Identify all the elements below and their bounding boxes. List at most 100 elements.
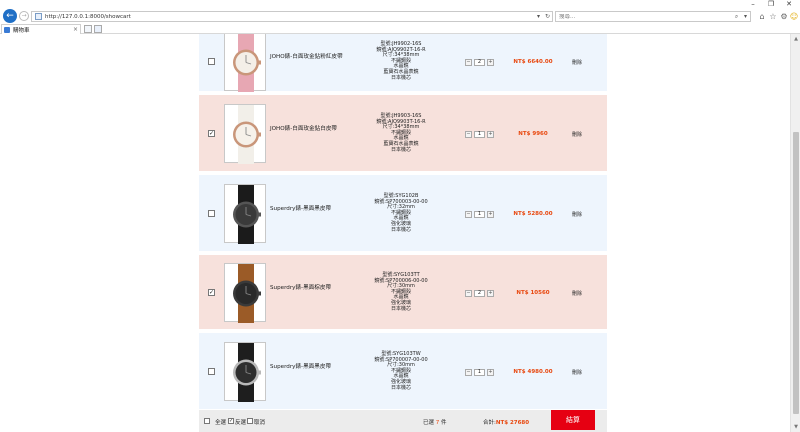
quantity-input[interactable]: 1 (474, 130, 485, 138)
tab-title: 購物車 (13, 27, 30, 34)
cancel-label[interactable]: 取消 (254, 418, 265, 426)
product-image (224, 34, 266, 92)
product-spec: 型號:SYG102B 鏡號:SP700003-00-00 尺寸:32mm 不鏽鋼殼 水晶… (371, 193, 431, 233)
quantity-input[interactable]: 1 (474, 210, 485, 218)
quantity-input[interactable]: 1 (474, 368, 485, 376)
product-spec: 型號:JH9902-16S 鏡號:AJQ9902T-16-R 尺寸:34*38mm 不… (371, 41, 431, 81)
address-bar: ← → http://127.0.0.1:8000/showcart ▾ ↻ ⌕… (0, 8, 800, 24)
search-dropdown-icon[interactable]: ▾ (534, 13, 543, 20)
scroll-thumb[interactable] (793, 132, 799, 414)
item-price: NT$ 5280.00 (513, 211, 553, 217)
scroll-up-icon[interactable]: ▲ (791, 34, 800, 44)
page-icon (35, 13, 42, 20)
total-label: 合計: (483, 420, 496, 426)
item-price: NT$ 9960 (518, 131, 548, 137)
minimize-icon[interactable]: – (747, 0, 759, 8)
item-checkbox[interactable] (208, 210, 215, 217)
delete-link[interactable]: 刪除 (567, 369, 587, 376)
item-checkbox[interactable] (208, 58, 215, 65)
product-spec: 型號:SYG103TT 鏡號:SP700006-00-00 尺寸:30mm 不鏽鋼殼水… (371, 272, 431, 312)
home-icon[interactable]: ⌂ (757, 12, 767, 22)
total-value: NT$ 27680 (495, 420, 530, 426)
decrease-qty-button[interactable]: − (465, 210, 472, 218)
product-spec: 型號:SYG103TW 鏡號:SP700007-00-00 尺寸:30mm 不鏽鋼殼水… (371, 351, 431, 391)
url-text[interactable]: http://127.0.0.1:8000/showcart (45, 14, 534, 20)
search-box[interactable]: ⌕ ▾ (555, 11, 751, 22)
quantity-stepper[interactable]: − 1 + (465, 368, 494, 376)
select-all-checkbox[interactable] (204, 418, 210, 424)
item-checkbox[interactable]: ✓ (208, 289, 215, 296)
invert-label[interactable]: 反選 (235, 418, 246, 426)
product-name[interactable]: JOHO錶-白面玫金鉆粉紅皮帶 (270, 53, 348, 61)
search-icon[interactable]: ⌕ (732, 13, 741, 21)
quantity-stepper[interactable]: − 2 + (465, 289, 494, 297)
window-titlebar: – ❐ ✕ (0, 0, 800, 8)
increase-qty-button[interactable]: + (487, 130, 494, 138)
selected-count: 7 (435, 420, 440, 426)
page-scrollbar[interactable]: ▲ ▼ (790, 34, 800, 432)
cart-item-row: ✓ Superdry錶-黑面棕皮帶 型號:SYG103TT 鏡號:SP700006… (199, 255, 607, 331)
quantity-input[interactable]: 2 (474, 289, 485, 297)
smiley-feedback-icon[interactable]: ☺ (789, 12, 799, 22)
tab-bar: 購物車 × (0, 24, 800, 34)
tab-favicon-icon (4, 26, 10, 33)
quantity-stepper[interactable]: − 2 + (465, 58, 494, 66)
spec-line: 日本機芯 (390, 146, 411, 153)
selected-count-text: 已選 7 件 (423, 418, 447, 426)
search-input[interactable] (559, 13, 732, 20)
cart-item-row: JOHO錶-白面玫金鉆粉紅皮帶 型號:JH9902-16S 鏡號:AJQ9902T… (199, 34, 607, 93)
cart-item-row: Superdry錶-黑面黑皮帶 型號:SYG103TW 鏡號:SP700007-0… (199, 333, 607, 411)
delete-link[interactable]: 刪除 (567, 290, 587, 297)
scroll-down-icon[interactable]: ▼ (791, 422, 800, 432)
cart-footer: 全選 ✓ 反選 取消 已選 7 件 合計:NT$ 27680 結算 (199, 410, 607, 432)
total-text: 合計:NT$ 27680 (483, 418, 529, 426)
increase-qty-button[interactable]: + (487, 210, 494, 218)
select-all-label[interactable]: 全選 (215, 418, 226, 426)
item-price: NT$ 10560 (516, 290, 550, 296)
cancel-checkbox[interactable] (247, 418, 253, 424)
tab-list-icon[interactable] (94, 25, 102, 33)
product-name[interactable]: JOHO錶-白面玫金鉆白皮帶 (270, 125, 348, 133)
item-checkbox[interactable]: ✓ (208, 130, 215, 137)
decrease-qty-button[interactable]: − (465, 58, 472, 66)
increase-qty-button[interactable]: + (487, 289, 494, 297)
product-image (224, 263, 266, 323)
delete-link[interactable]: 刪除 (567, 131, 587, 138)
decrease-qty-button[interactable]: − (465, 130, 472, 138)
product-name[interactable]: Superdry錶-黑面黑皮帶 (270, 363, 348, 371)
delete-link[interactable]: 刪除 (567, 59, 587, 66)
page-viewport: JOHO錶-白面玫金鉆粉紅皮帶 型號:JH9902-16S 鏡號:AJQ9902T… (0, 34, 790, 432)
product-name[interactable]: Superdry錶-黑面棕皮帶 (270, 284, 348, 292)
decrease-qty-button[interactable]: − (465, 289, 472, 297)
increase-qty-button[interactable]: + (487, 58, 494, 66)
checkout-button[interactable]: 結算 (551, 410, 595, 430)
product-spec: 型號:JH9903-16S 鏡號:AJQ9903T-16-R 尺寸:34*38mm 不… (371, 113, 431, 153)
tab-close-icon[interactable]: × (73, 26, 78, 33)
quantity-stepper[interactable]: − 1 + (465, 210, 494, 218)
item-checkbox[interactable] (208, 368, 215, 375)
restore-icon[interactable]: ❐ (765, 0, 777, 8)
refresh-icon[interactable]: ↻ (543, 13, 552, 20)
increase-qty-button[interactable]: + (487, 368, 494, 376)
spec-line: 日本機芯 (390, 305, 411, 312)
quantity-input[interactable]: 2 (474, 58, 485, 66)
delete-link[interactable]: 刪除 (567, 211, 587, 218)
url-field[interactable]: http://127.0.0.1:8000/showcart ▾ ↻ (31, 11, 553, 22)
search-options-icon[interactable]: ▾ (741, 13, 750, 20)
close-icon[interactable]: ✕ (783, 0, 795, 8)
favorites-star-icon[interactable]: ☆ (768, 12, 778, 22)
invert-checkbox[interactable]: ✓ (228, 418, 234, 424)
decrease-qty-button[interactable]: − (465, 368, 472, 376)
product-image (224, 184, 266, 244)
tab-cart[interactable]: 購物車 × (1, 24, 81, 34)
new-tab-icon[interactable] (84, 25, 92, 33)
spec-line: 日本機芯 (390, 74, 411, 81)
item-price: NT$ 4980.00 (513, 369, 553, 375)
quantity-stepper[interactable]: − 1 + (465, 130, 494, 138)
item-price: NT$ 6640.00 (513, 59, 553, 65)
forward-arrow-icon[interactable]: → (19, 11, 29, 21)
spec-line: 日本機芯 (390, 384, 411, 391)
settings-gear-icon[interactable]: ⚙ (779, 12, 789, 22)
product-name[interactable]: Superdry錶-黑面黑皮帶 (270, 205, 348, 213)
back-arrow-icon[interactable]: ← (3, 9, 17, 23)
